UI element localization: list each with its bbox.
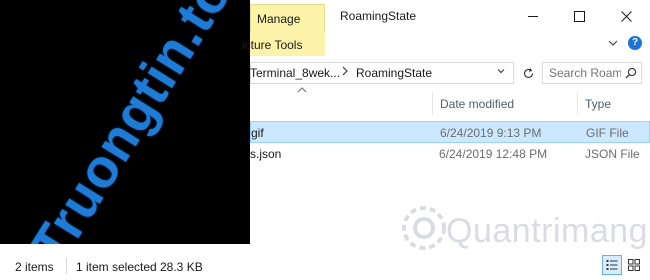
address-dropdown-button[interactable] <box>496 66 506 78</box>
minimize-button[interactable] <box>510 0 556 32</box>
column-divider[interactable] <box>432 92 433 114</box>
search-box[interactable] <box>542 62 642 84</box>
column-header-date-modified[interactable]: Date modified <box>440 97 514 111</box>
column-header-type[interactable]: Type <box>585 97 611 111</box>
watermark-text: Quantrimang <box>446 212 649 250</box>
column-divider[interactable] <box>577 92 578 114</box>
details-view-icon <box>606 260 618 270</box>
chevron-down-icon <box>497 69 505 74</box>
search-icon[interactable] <box>625 67 637 82</box>
tab-manage[interactable]: Manage <box>250 4 325 32</box>
file-date-modified: 6/24/2019 9:13 PM <box>440 126 542 140</box>
chevron-down-icon <box>608 40 618 46</box>
breadcrumb-item[interactable]: RoamingState <box>356 66 432 80</box>
close-button[interactable] <box>602 0 650 32</box>
file-date-modified: 6/24/2019 12:48 PM <box>439 147 548 161</box>
maximize-icon <box>573 10 585 22</box>
details-view-button[interactable] <box>602 255 622 275</box>
watermark-logo-icon <box>400 204 448 255</box>
file-row[interactable]: s.json 6/24/2019 12:48 PM JSON File <box>250 143 650 165</box>
watermark-panel: Truongtin.top <box>0 0 250 244</box>
chevron-right-icon[interactable] <box>341 64 349 81</box>
tab-manage-label: Manage <box>257 12 301 26</box>
status-item-count: 2 items <box>15 260 54 274</box>
search-input[interactable] <box>549 66 621 80</box>
status-selected-count: 1 item selected <box>76 260 157 274</box>
status-selected-size: 28.3 KB <box>160 260 203 274</box>
status-divider <box>66 258 67 274</box>
file-name: s.json <box>250 147 282 161</box>
ribbon-expand-button[interactable] <box>606 36 620 50</box>
close-icon <box>620 10 632 22</box>
refresh-icon <box>523 67 533 78</box>
picture-tools-label: icture Tools <box>242 38 303 52</box>
large-icons-view-icon <box>628 259 640 271</box>
watermark-logo: Truongtin.top <box>19 0 250 244</box>
breadcrumb-item[interactable]: Terminal_8wek... <box>250 66 340 80</box>
maximize-button[interactable] <box>556 0 602 32</box>
file-row[interactable]: gif 6/24/2019 9:13 PM GIF File <box>250 121 650 143</box>
large-icons-view-button[interactable] <box>624 255 644 275</box>
file-name: gif <box>251 126 264 140</box>
help-icon[interactable]: ? <box>628 36 642 50</box>
window-title: RoamingState <box>340 9 417 23</box>
picture-tools-group: icture Tools <box>242 32 325 56</box>
refresh-button[interactable] <box>518 62 538 84</box>
file-type: GIF File <box>586 126 629 140</box>
sort-ascending-icon <box>297 86 307 97</box>
minimize-icon <box>527 15 538 17</box>
file-type: JSON File <box>585 147 640 161</box>
